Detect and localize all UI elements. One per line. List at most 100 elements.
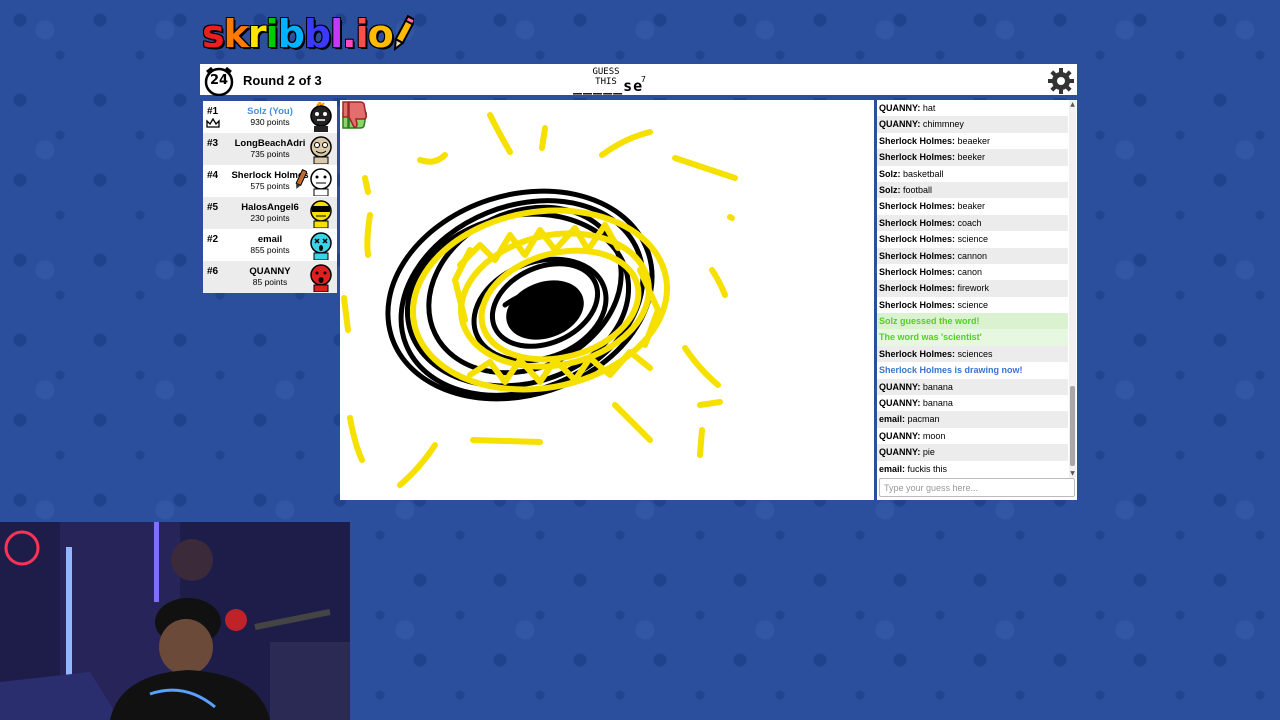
chat-text: coach (955, 217, 982, 228)
player-rank: #4 (207, 170, 219, 181)
chat-scrollbar[interactable]: ▲ ▼ (1069, 100, 1076, 478)
word-length: 7 (641, 75, 646, 84)
chat-author: Sherlock Holmes: (879, 234, 956, 245)
round-timer: 24 (203, 66, 235, 97)
chat-author: Sherlock Holmes: (879, 348, 956, 359)
chat-message: QUANNY: moon (877, 428, 1068, 444)
chat-text: football (900, 184, 933, 195)
chat-author: QUANNY: (879, 103, 921, 113)
chat-message: Sherlock Holmes: cannon (877, 247, 1068, 264)
chat-system-message: The word was 'scientist' (877, 329, 1068, 346)
chat-message: Sherlock Holmes: coach (877, 214, 1068, 232)
player-points: 735 points (250, 149, 290, 159)
chat-author: QUANNY: (879, 430, 921, 441)
chat-text: basketball (900, 168, 944, 179)
chat-text: hat (920, 103, 936, 113)
chat-message: QUANNY: pie (877, 444, 1068, 461)
player-name: HalosAngel6 (241, 202, 299, 213)
chat-message: QUANNY: banana (877, 395, 1068, 411)
chat-text: banana (920, 381, 953, 392)
player-row[interactable]: #1 Solz (You) 930 points (203, 101, 337, 133)
chat-text: pie (920, 447, 935, 458)
chat-text: banana (920, 398, 953, 409)
chat-message: Sherlock Holmes: beaeker (877, 133, 1068, 149)
chat-author: Sherlock Holmes: (879, 135, 956, 146)
chat-message: email: pacman (877, 411, 1068, 428)
chat-message: Sherlock Holmes: firework (877, 280, 1068, 297)
chat-author: QUANNY: (879, 447, 921, 458)
top-bar: 24 Round 2 of 3 GUESS THIS _____se 7 (200, 64, 1077, 98)
drawing (341, 112, 738, 488)
chat-text: moon (920, 430, 946, 441)
chat-message: Sherlock Holmes: science (877, 297, 1068, 313)
chat-author: Sherlock Holmes: (879, 283, 956, 294)
chat-messages: QUANNY: hat QUANNY: chimmney Sherlock Ho… (877, 100, 1068, 478)
chat-text: firework (955, 283, 990, 294)
chat-message: Sherlock Holmes: sciences (877, 345, 1068, 363)
word-hint: _____se (573, 77, 644, 95)
chat-author: QUANNY: (879, 119, 921, 130)
player-row[interactable]: #4 Sherlock Holmes 575 points (203, 165, 337, 197)
player-row[interactable]: #6 QUANNY 85 points (203, 261, 337, 293)
chat-author: Sherlock Holmes: (879, 250, 956, 261)
player-points: 230 points (250, 213, 290, 223)
chat-author: QUANNY: (879, 398, 921, 409)
skribbl-logo: skribbl.io (202, 12, 394, 56)
scroll-thumb[interactable] (1070, 386, 1075, 466)
chat-text: fuckis this (905, 463, 948, 474)
thumbs-down-icon[interactable] (340, 100, 368, 130)
avatar (310, 264, 332, 292)
gear-icon[interactable] (1047, 67, 1075, 95)
drawing-canvas[interactable] (340, 100, 874, 500)
scroll-up-icon[interactable]: ▲ (1069, 101, 1076, 108)
player-rank: #3 (207, 138, 219, 149)
player-name: QUANNY (249, 266, 291, 277)
player-rank: #5 (207, 202, 219, 213)
chat-text: pacman (905, 414, 940, 425)
chat-panel: QUANNY: hat QUANNY: chimmney Sherlock Ho… (877, 100, 1077, 500)
chat-text: beaker (955, 201, 986, 212)
avatar (310, 200, 332, 228)
webcam-feed (0, 522, 350, 720)
chat-system-message: Sherlock Holmes is drawing now! (879, 365, 1023, 376)
player-rank: #1 (207, 106, 219, 117)
chat-text: science (955, 299, 989, 310)
chat-message: Solz: basketball (877, 166, 1068, 182)
avatar (310, 102, 332, 132)
player-row[interactable]: #5 HalosAngel6 230 points (203, 197, 337, 229)
player-rank: #2 (207, 234, 219, 245)
chat-author: email: (879, 463, 906, 474)
timer-value: 24 (209, 73, 229, 88)
chat-author: QUANNY: (879, 381, 921, 392)
webcam-overlay (0, 522, 350, 720)
player-list: #1 Solz (You) 930 points #3 LongBeachAdr… (203, 101, 337, 293)
chat-message: email: fuckis this (877, 461, 1068, 477)
chat-author: email: (879, 414, 906, 425)
guess-input[interactable] (879, 478, 1075, 497)
player-row[interactable]: #2 email 855 points (203, 229, 337, 261)
chat-text: cannon (955, 250, 988, 261)
chat-text: sciences (955, 348, 993, 359)
player-name: LongBeachAdri (234, 138, 306, 149)
chat-text: canon (955, 266, 983, 277)
scroll-down-icon[interactable]: ▼ (1069, 470, 1076, 477)
player-name: Solz (You) (247, 106, 293, 117)
crown-icon (206, 118, 220, 128)
chat-text: beaeker (955, 135, 991, 146)
player-name: email (257, 234, 283, 245)
chat-text: beeker (955, 152, 986, 163)
chat-author: Sherlock Holmes: (879, 266, 956, 277)
chat-system-message: Solz guessed the word! (877, 313, 1068, 330)
player-points: 855 points (250, 245, 290, 255)
chat-message: Sherlock Holmes: beeker (877, 149, 1068, 166)
chat-author: Sherlock Holmes: (879, 201, 956, 212)
chat-message: QUANNY: chimmney (877, 116, 1068, 133)
avatar (310, 136, 332, 164)
player-row[interactable]: #3 LongBeachAdri 735 points (203, 133, 337, 165)
player-rank: #6 (207, 266, 219, 277)
chat-author: Solz: (879, 184, 901, 195)
chat-message: Solz: football (877, 181, 1068, 199)
chat-author: Sherlock Holmes: (879, 152, 956, 163)
player-points: 930 points (250, 117, 290, 127)
chat-message: Sherlock Holmes: beaker (877, 198, 1068, 214)
